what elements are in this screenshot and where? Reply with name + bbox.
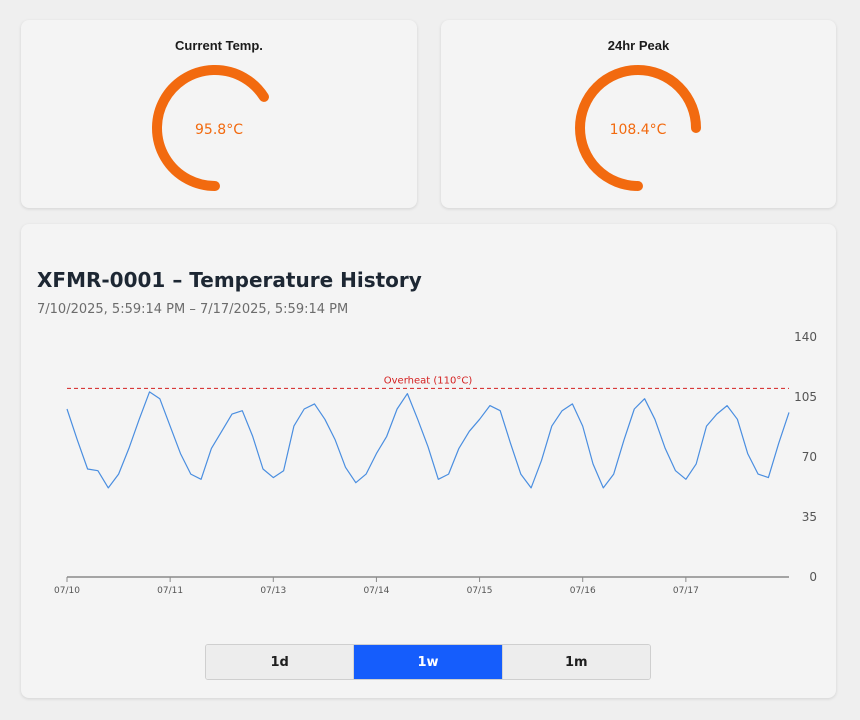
y-tick-label: 140 xyxy=(794,330,817,344)
range-1w-button[interactable]: 1w xyxy=(354,645,503,679)
x-tick-label: 07/13 xyxy=(260,586,286,596)
x-tick-label: 07/16 xyxy=(570,586,596,596)
y-tick-label: 105 xyxy=(794,390,817,404)
range-1m-button[interactable]: 1m xyxy=(502,645,650,679)
range-selector: 1d 1w 1m xyxy=(205,644,651,680)
y-tick-label: 35 xyxy=(802,510,817,524)
y-tick-label: 70 xyxy=(802,450,817,464)
overheat-reference-label: Overheat (110°C) xyxy=(384,375,473,386)
peak-temp-gauge: 108.4°C xyxy=(575,65,701,191)
temperature-chart: 0 35 70 105 140 07/10 07/11 07/13 07/14 07/15 07/1… xyxy=(54,330,817,596)
peak-temp-card: 24hr Peak 108.4°C xyxy=(441,20,836,208)
x-tick-label: 07/14 xyxy=(363,586,389,596)
peak-temp-value: 108.4°C xyxy=(610,122,667,138)
current-temp-card: Current Temp. 95.8°C xyxy=(21,20,417,208)
current-temp-value: 95.8°C xyxy=(195,122,243,138)
temperature-series-line xyxy=(66,391,790,489)
current-temp-gauge: 95.8°C xyxy=(152,65,269,191)
range-1d-button[interactable]: 1d xyxy=(206,645,355,679)
x-tick-label: 07/10 xyxy=(54,586,80,596)
x-tick-label: 07/15 xyxy=(467,586,493,596)
x-tick-label: 07/11 xyxy=(157,586,183,596)
x-tick-label: 07/17 xyxy=(673,586,699,596)
temperature-history-card: XFMR-0001 – Temperature History 7/10/202… xyxy=(21,224,836,698)
y-tick-label: 0 xyxy=(809,570,817,584)
